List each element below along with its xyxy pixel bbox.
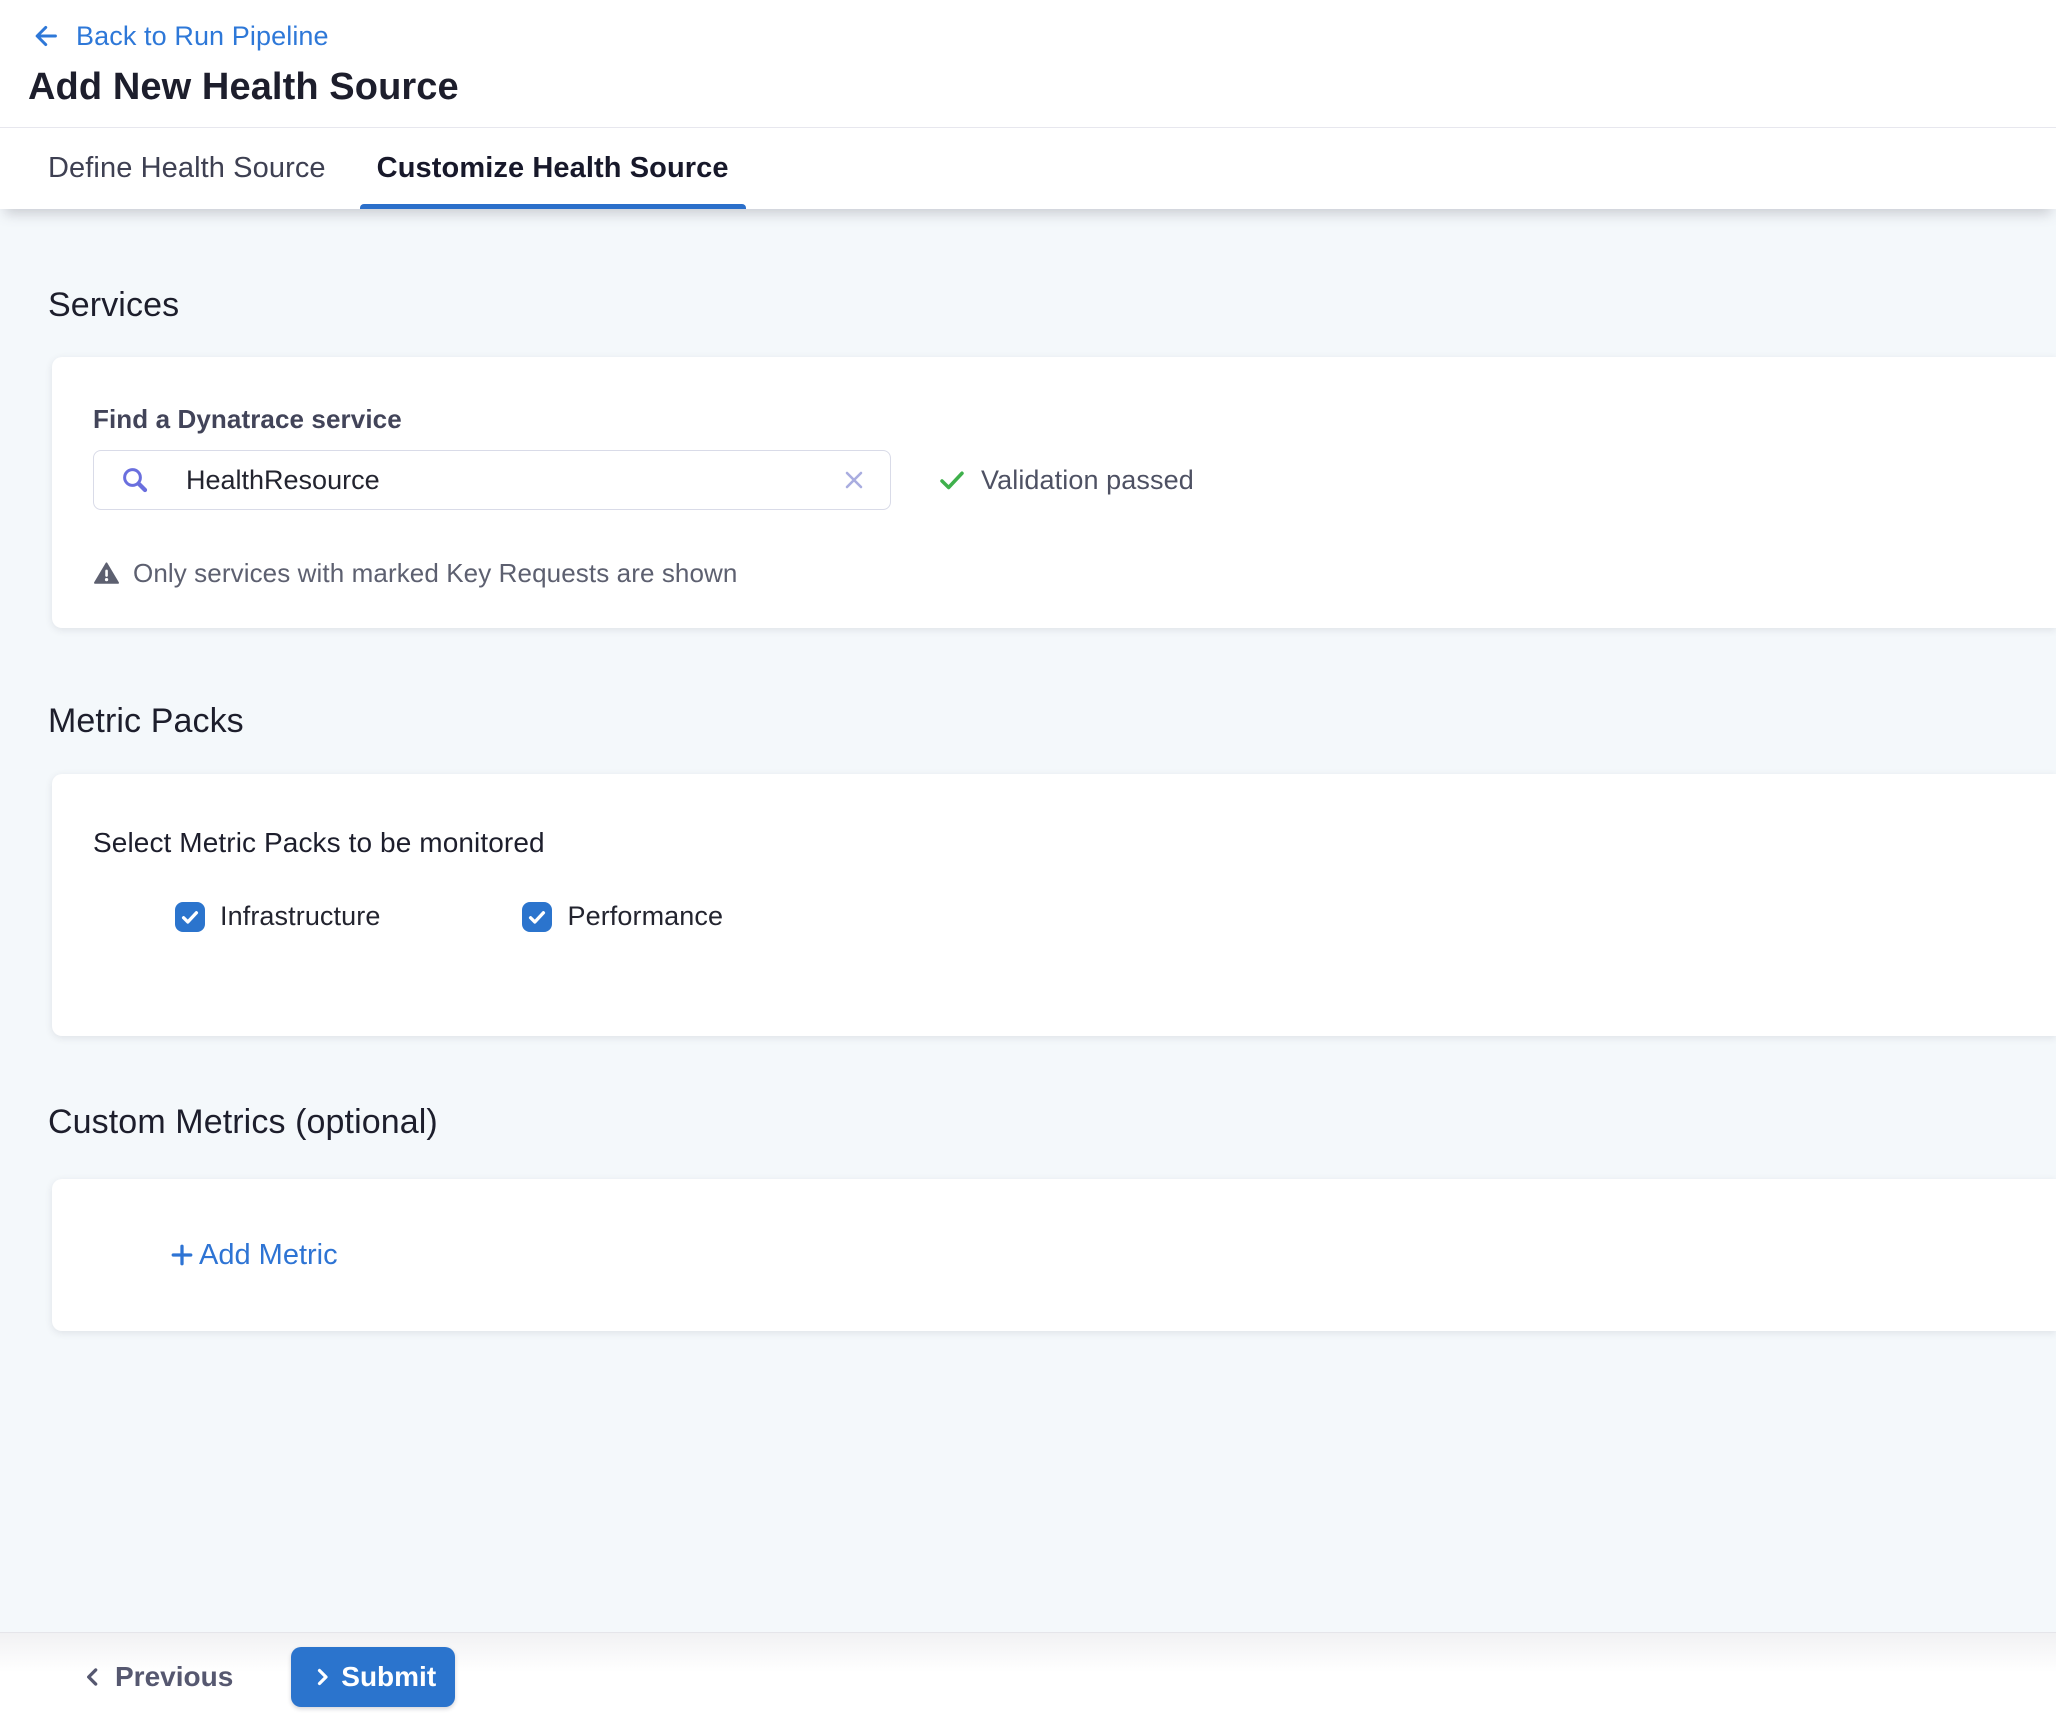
checkbox-label: Performance	[567, 901, 723, 932]
arrow-left-icon	[28, 20, 60, 52]
previous-button[interactable]: Previous	[80, 1661, 233, 1693]
previous-label: Previous	[115, 1661, 233, 1693]
warning-triangle-icon	[93, 560, 120, 587]
services-warning: Only services with marked Key Requests a…	[93, 558, 2056, 589]
tab-customize-health-source[interactable]: Customize Health Source	[360, 128, 746, 209]
check-icon	[937, 465, 967, 495]
validation-text: Validation passed	[981, 465, 1194, 496]
health-source-tabbar: Define Health Source Customize Health So…	[0, 127, 2056, 209]
back-to-run-pipeline-link[interactable]: Back to Run Pipeline	[28, 16, 329, 56]
checkbox-checked-icon	[175, 902, 205, 932]
chevron-left-icon	[80, 1664, 106, 1690]
tab-define-health-source[interactable]: Define Health Source	[48, 128, 326, 209]
submit-label: Submit	[341, 1661, 436, 1693]
checkbox-performance[interactable]: Performance	[522, 901, 723, 932]
chevron-right-icon	[310, 1665, 334, 1689]
search-icon	[120, 465, 150, 495]
back-link-label: Back to Run Pipeline	[76, 21, 329, 52]
metric-packs-subheading: Select Metric Packs to be monitored	[93, 826, 2056, 860]
checkbox-checked-icon	[522, 902, 552, 932]
checkbox-label: Infrastructure	[220, 901, 380, 932]
services-card: Find a Dynatrace service	[52, 357, 2056, 628]
services-section-heading: Services	[48, 285, 2056, 325]
service-search-input-wrap	[93, 450, 891, 510]
metric-packs-card: Select Metric Packs to be monitored Infr…	[52, 774, 2056, 1036]
clear-search-icon[interactable]	[838, 464, 870, 496]
custom-metrics-card: Add Metric	[52, 1179, 2056, 1331]
search-row: Validation passed	[93, 450, 2056, 510]
metric-packs-options: Infrastructure Performance	[93, 901, 2056, 932]
warning-text: Only services with marked Key Requests a…	[133, 558, 738, 589]
checkbox-infrastructure[interactable]: Infrastructure	[175, 901, 380, 932]
main-content: Services Find a Dynatrace service	[0, 209, 2056, 1632]
metric-packs-section-heading: Metric Packs	[48, 701, 2056, 741]
service-search-input[interactable]	[186, 465, 802, 496]
add-metric-button[interactable]: Add Metric	[168, 1239, 338, 1272]
search-field-label: Find a Dynatrace service	[93, 404, 2056, 434]
plus-icon	[168, 1241, 196, 1269]
validation-status: Validation passed	[937, 465, 1194, 496]
page-title: Add New Health Source	[28, 66, 2056, 109]
footer-bar: Previous Submit	[0, 1632, 2056, 1720]
submit-button[interactable]: Submit	[291, 1647, 455, 1707]
add-metric-label: Add Metric	[199, 1239, 338, 1272]
custom-metrics-section-heading: Custom Metrics (optional)	[48, 1102, 2056, 1142]
page-header: Back to Run Pipeline Add New Health Sour…	[0, 0, 2056, 127]
